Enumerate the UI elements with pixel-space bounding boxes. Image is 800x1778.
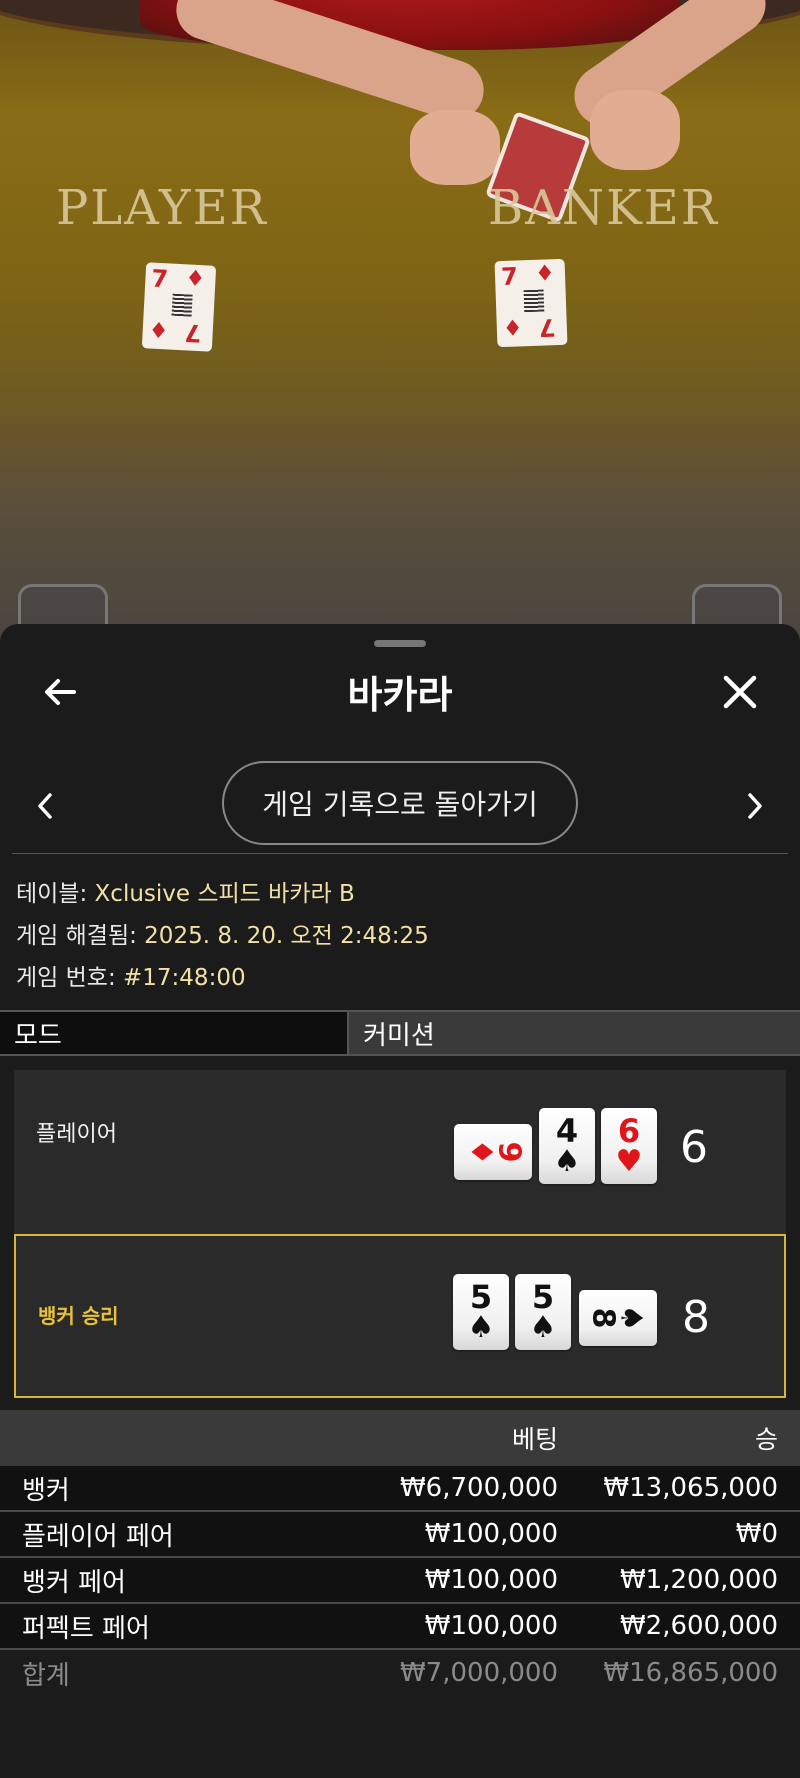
- win-amount: ₩2,600,000: [619, 1611, 778, 1641]
- win-amount: ₩1,200,000: [619, 1565, 778, 1595]
- bet-name: 퍼펙트 페어: [22, 1613, 150, 1644]
- table-value: Xclusive 스피드 바카라 B: [94, 881, 355, 907]
- table-row: 플레이어 페어 ₩100,000 ₩0: [0, 1512, 800, 1558]
- total-label: 합계: [22, 1660, 70, 1691]
- table-row: 뱅커 ₩6,700,000 ₩13,065,000: [0, 1466, 800, 1512]
- table-row: 퍼펙트 페어 ₩100,000 ₩2,600,000: [0, 1604, 800, 1650]
- felt-label-player: PLAYER: [56, 180, 268, 236]
- win-amount: ₩13,065,000: [603, 1473, 778, 1503]
- resolved-info: 게임 해결됨: 2025. 8. 20. 오전 2:48:25: [16, 916, 429, 950]
- player-hand-label: 플레이어: [36, 1122, 117, 1147]
- bet-amount: ₩100,000: [424, 1611, 558, 1641]
- game-number-label: 게임 번호:: [16, 965, 124, 991]
- game-history-sheet: 바카라 게임 기록으로 돌아가기 테이블: Xclusive 스피드 바카라 B…: [0, 624, 800, 1778]
- playing-card: 5 ♠: [453, 1274, 509, 1350]
- playing-card: 8 ♠: [579, 1290, 657, 1346]
- table-row: 뱅커 페어 ₩100,000 ₩1,200,000: [0, 1558, 800, 1604]
- felt-card: 7 ♦ ♦ 7: [141, 262, 217, 352]
- banker-score: 8: [682, 1292, 710, 1343]
- total-bet-amount: ₩7,000,000: [399, 1658, 558, 1688]
- total-row: 합계 ₩7,000,000 ₩16,865,000: [0, 1650, 800, 1696]
- banker-hand-panel: 뱅커 승리 5 ♠ 5 ♠ 8 ♠ 8: [14, 1234, 786, 1398]
- bets-table-header: 베팅 승: [0, 1410, 800, 1466]
- banker-win-label: 뱅커 승리: [38, 1304, 119, 1328]
- game-number-value: #17:48:00: [123, 965, 246, 991]
- felt-card: 7 ♦ ♦ 7: [494, 258, 568, 348]
- bet-name: 플레이어 페어: [22, 1521, 174, 1552]
- playing-card: 5 ♠: [515, 1274, 571, 1350]
- chevron-right-icon: [748, 793, 762, 819]
- live-video-feed: PLAYER BANKER 7 ♦ ♦ 7 7 ♦ ♦ 7: [0, 0, 800, 640]
- resolved-value: 2025. 8. 20. 오전 2:48:25: [144, 923, 429, 949]
- table-info: 테이블: Xclusive 스피드 바카라 B: [16, 874, 355, 908]
- sheet-drag-handle[interactable]: [374, 640, 426, 647]
- dealer-hand: [590, 90, 680, 170]
- playing-card: 6 ♥: [601, 1108, 657, 1184]
- win-column-header: 승: [754, 1425, 778, 1454]
- felt-label-banker: BANKER: [488, 180, 719, 236]
- bet-name: 뱅커 페어: [22, 1567, 126, 1598]
- player-score: 6: [680, 1122, 708, 1173]
- dealer-hand: [410, 110, 500, 185]
- close-icon: [723, 675, 757, 709]
- page-title: 바카라: [347, 673, 453, 717]
- chevron-left-icon: [38, 793, 52, 819]
- bet-column-header: 베팅: [511, 1425, 558, 1454]
- game-number-info: 게임 번호: #17:48:00: [16, 958, 246, 992]
- win-amount: ₩0: [735, 1519, 778, 1549]
- bet-amount: ₩100,000: [424, 1519, 558, 1549]
- mode-value: 커미션: [347, 1012, 800, 1054]
- back-to-history-button[interactable]: 게임 기록으로 돌아가기: [222, 761, 578, 845]
- bet-amount: ₩100,000: [424, 1565, 558, 1595]
- resolved-label: 게임 해결됨:: [16, 923, 145, 949]
- mode-label: 모드: [0, 1012, 347, 1054]
- playing-card: 4 ♠: [539, 1108, 595, 1184]
- mode-row: 모드 커미션: [0, 1010, 800, 1056]
- bet-name: 뱅커: [22, 1475, 70, 1506]
- divider: [12, 853, 788, 854]
- next-game-button[interactable]: [738, 784, 772, 828]
- table-label: 테이블:: [16, 881, 95, 907]
- bet-amount: ₩6,700,000: [399, 1473, 558, 1503]
- bets-table: 베팅 승 뱅커 ₩6,700,000 ₩13,065,000 플레이어 페어 ₩…: [0, 1410, 800, 1696]
- previous-game-button[interactable]: [28, 784, 62, 828]
- close-button[interactable]: [716, 668, 764, 716]
- total-win-amount: ₩16,865,000: [603, 1658, 778, 1688]
- playing-card: ♦ 9: [454, 1124, 532, 1180]
- player-hand-panel: 플레이어 ♦ 9 4 ♠ 6 ♥ 6: [14, 1070, 786, 1234]
